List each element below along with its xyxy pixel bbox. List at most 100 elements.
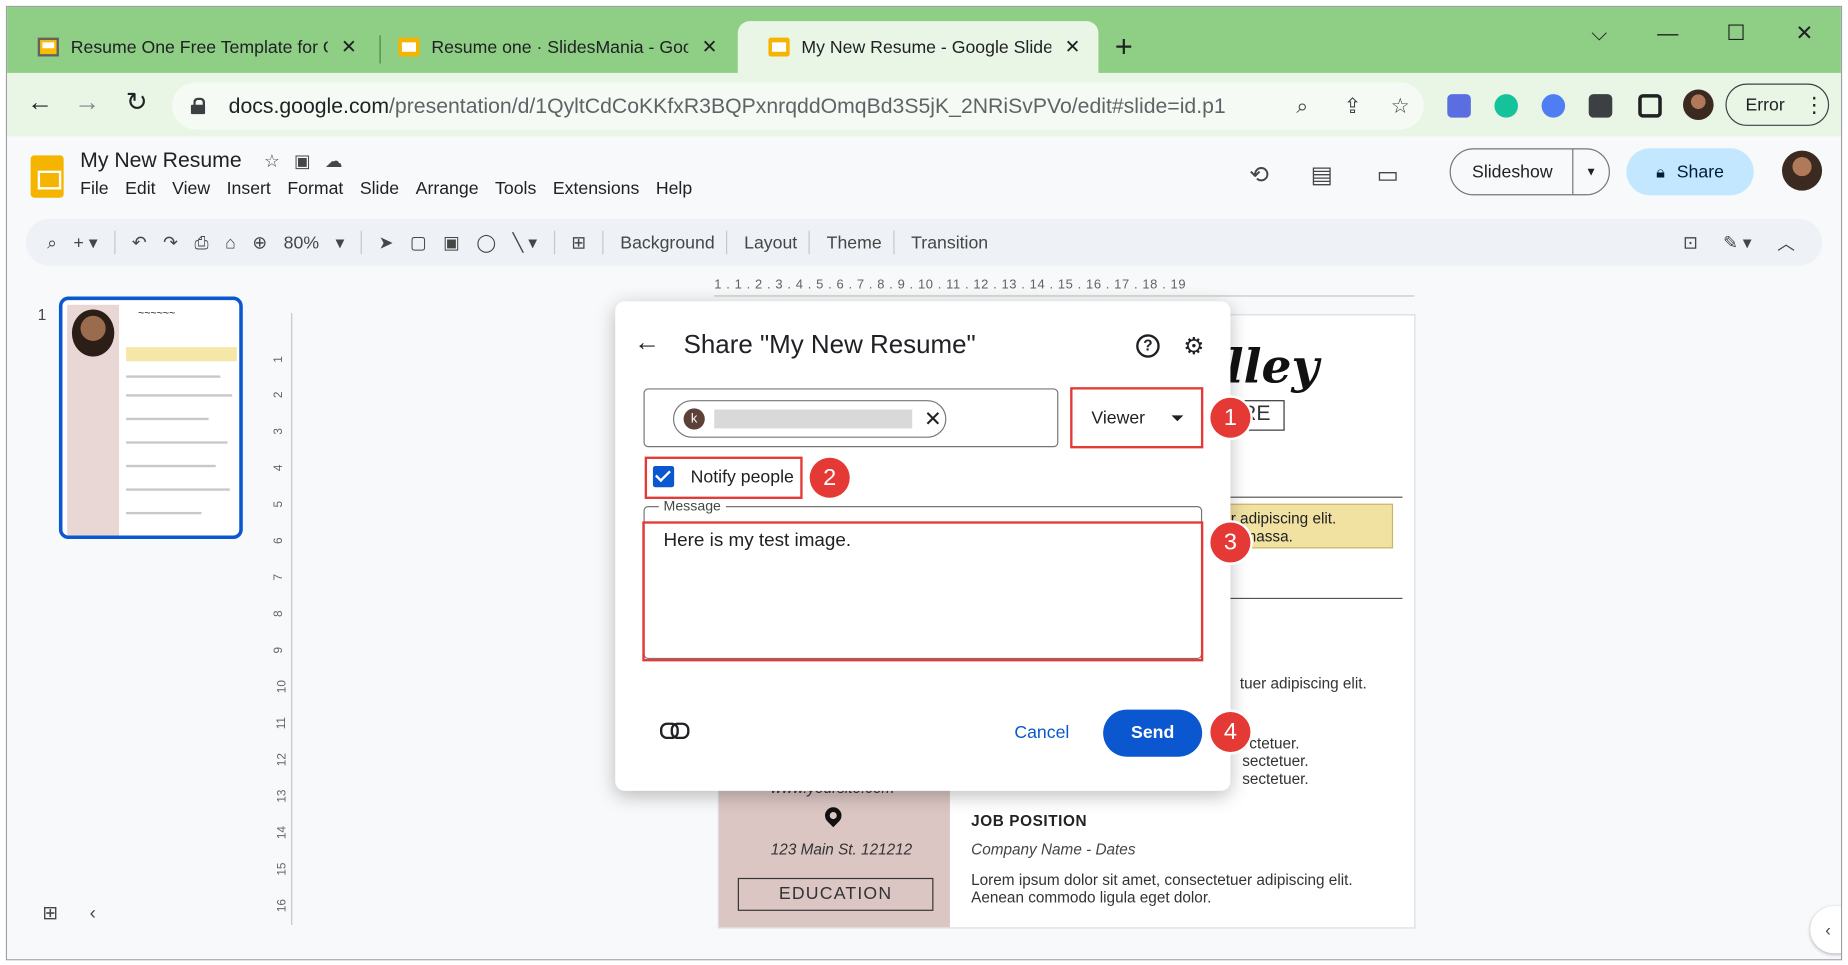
- tab-title: My New Resume - Google Slides: [801, 37, 1052, 58]
- background-button[interactable]: Background: [620, 232, 714, 252]
- version-history-icon[interactable]: ⟲: [1249, 160, 1269, 189]
- share-page-icon[interactable]: ⇪: [1344, 94, 1362, 119]
- redo-icon[interactable]: ↷: [163, 232, 178, 253]
- job-text-line[interactable]: tuer adipiscing elit.: [1240, 674, 1367, 692]
- education-heading[interactable]: EDUCATION: [737, 877, 934, 911]
- hide-filmstrip-icon[interactable]: ‹: [90, 904, 96, 924]
- menu-format[interactable]: Format: [287, 179, 343, 199]
- profile-avatar[interactable]: [1682, 89, 1714, 121]
- minimize-button[interactable]: —: [1650, 21, 1685, 46]
- address-bar[interactable]: docs.google.com/presentation/d/1QyltCdCo…: [172, 82, 1424, 130]
- insert-comment-icon[interactable]: ⊞: [571, 232, 586, 253]
- company-dates[interactable]: Company Name - Dates: [971, 840, 1135, 858]
- browser-menu-icon[interactable]: ⋮: [1804, 92, 1825, 117]
- slide-thumbnail[interactable]: ~~~~~~: [58, 296, 243, 539]
- slideshow-dropdown-icon[interactable]: ▼: [1573, 165, 1608, 178]
- back-arrow-icon[interactable]: ←: [634, 329, 660, 356]
- shape-icon[interactable]: ◯: [476, 232, 496, 253]
- toolbar-divider: [726, 230, 728, 255]
- cancel-button[interactable]: Cancel: [999, 713, 1084, 753]
- menu-insert[interactable]: Insert: [227, 179, 271, 199]
- paint-format-icon[interactable]: ⌂: [225, 232, 236, 252]
- zoom-dropdown-icon[interactable]: ▾: [336, 232, 345, 253]
- back-button[interactable]: ←: [24, 89, 57, 115]
- tab-resume-template[interactable]: Resume One Free Template for G ✕: [7, 21, 375, 73]
- gear-icon[interactable]: ⚙: [1183, 332, 1204, 361]
- grid-view-icon[interactable]: ⊞: [42, 904, 58, 924]
- extensions-puzzle-icon[interactable]: [1588, 94, 1613, 118]
- line-icon[interactable]: ╲ ▾: [513, 232, 537, 253]
- remove-recipient-icon[interactable]: ✕: [924, 407, 942, 432]
- menu-extensions[interactable]: Extensions: [553, 179, 639, 199]
- send-button[interactable]: Send: [1103, 709, 1203, 757]
- job-text-line[interactable]: sectetuer.: [1242, 752, 1308, 770]
- zoom-icon[interactable]: ⊕: [252, 232, 267, 253]
- text-box-icon[interactable]: ▢: [410, 232, 427, 253]
- theme-button[interactable]: Theme: [827, 232, 882, 252]
- reload-button[interactable]: ↻: [120, 89, 153, 115]
- side-panel-icon[interactable]: [1638, 94, 1662, 118]
- side-panel-toggle-icon[interactable]: ‹: [1810, 906, 1841, 954]
- zoom-level[interactable]: 80%: [284, 232, 319, 252]
- tab-slidesmania[interactable]: Resume one · SlidesMania - Goo ✕: [368, 21, 736, 73]
- menu-view[interactable]: View: [172, 179, 210, 199]
- slides-logo-icon[interactable]: [30, 155, 64, 198]
- extension-d-icon[interactable]: [1447, 94, 1471, 118]
- job-description[interactable]: Lorem ipsum dolor sit amet, consectetuer…: [971, 871, 1353, 906]
- cloud-status-icon[interactable]: ☁: [325, 152, 357, 172]
- url-text[interactable]: docs.google.com/presentation/d/1QyltCdCo…: [229, 94, 1226, 119]
- transition-button[interactable]: Transition: [911, 232, 988, 252]
- tab-my-new-resume[interactable]: My New Resume - Google Slides ✕: [737, 21, 1099, 73]
- menu-tools[interactable]: Tools: [495, 179, 536, 199]
- meet-camera-icon[interactable]: ▭: [1377, 160, 1399, 189]
- extension-spark-icon[interactable]: [1541, 94, 1566, 118]
- new-tab-button[interactable]: +: [1115, 31, 1133, 62]
- print-icon[interactable]: ⎙: [195, 232, 209, 252]
- move-folder-icon[interactable]: ▣: [294, 152, 325, 172]
- menu-edit[interactable]: Edit: [125, 179, 155, 199]
- menu-file[interactable]: File: [80, 179, 108, 199]
- recipient-chip[interactable]: k ✕: [672, 400, 947, 438]
- search-menus-icon[interactable]: ⌕: [47, 232, 57, 252]
- profile-error-button[interactable]: Error ⋮: [1725, 83, 1830, 126]
- zoom-icon[interactable]: ⌕: [1296, 94, 1308, 119]
- layout-button[interactable]: Layout: [744, 232, 797, 252]
- grammarly-icon[interactable]: [1494, 94, 1518, 118]
- close-tab-icon[interactable]: ✕: [698, 35, 722, 59]
- select-cursor-icon[interactable]: ➤: [379, 232, 394, 253]
- collapse-toolbar-icon[interactable]: ︿: [1777, 230, 1795, 255]
- new-slide-icon[interactable]: + ▾: [74, 232, 98, 253]
- close-tab-icon[interactable]: ✕: [337, 35, 361, 59]
- close-tab-icon[interactable]: ✕: [1061, 35, 1085, 59]
- star-icon[interactable]: ☆: [264, 152, 294, 172]
- insert-to-slide-icon[interactable]: ⊡: [1683, 232, 1698, 253]
- help-icon[interactable]: ?: [1136, 334, 1160, 358]
- job-text-line[interactable]: sectetuer.: [1242, 770, 1308, 788]
- slideshow-button[interactable]: Slideshow ▼: [1449, 148, 1610, 196]
- recipients-input[interactable]: k ✕: [643, 388, 1059, 448]
- resume-address[interactable]: 123 Main St. 121212: [771, 840, 912, 858]
- resume-signature[interactable]: lley: [1226, 339, 1319, 394]
- job-position-heading[interactable]: JOB POSITION: [971, 812, 1087, 830]
- menu-slide[interactable]: Slide: [360, 179, 399, 199]
- ruler-tick: 5: [272, 500, 286, 508]
- annotation-badge-3: 3: [1210, 522, 1251, 563]
- bookmark-star-icon[interactable]: ☆: [1391, 94, 1410, 119]
- undo-icon[interactable]: ↶: [132, 232, 147, 253]
- account-avatar[interactable]: [1781, 150, 1823, 191]
- tab-search-icon[interactable]: ⌵: [1582, 21, 1617, 46]
- job-text-line[interactable]: ctetuer.: [1249, 734, 1299, 752]
- forward-button[interactable]: →: [71, 89, 104, 115]
- maximize-button[interactable]: ☐: [1718, 21, 1753, 46]
- close-window-button[interactable]: ✕: [1787, 21, 1822, 46]
- menu-help[interactable]: Help: [656, 179, 692, 199]
- pen-tool-icon[interactable]: ✎ ▾: [1723, 232, 1752, 253]
- copy-link-icon[interactable]: [659, 722, 690, 740]
- filmstrip-controls: ⊞ ‹: [42, 901, 96, 925]
- menu-arrange[interactable]: Arrange: [416, 179, 479, 199]
- lock-icon[interactable]: [190, 97, 206, 115]
- share-button[interactable]: 🔒︎ Share: [1626, 148, 1754, 196]
- comments-icon[interactable]: ▤: [1311, 160, 1333, 189]
- document-title[interactable]: My New Resume: [80, 148, 242, 173]
- insert-image-icon[interactable]: ▣: [443, 232, 460, 253]
